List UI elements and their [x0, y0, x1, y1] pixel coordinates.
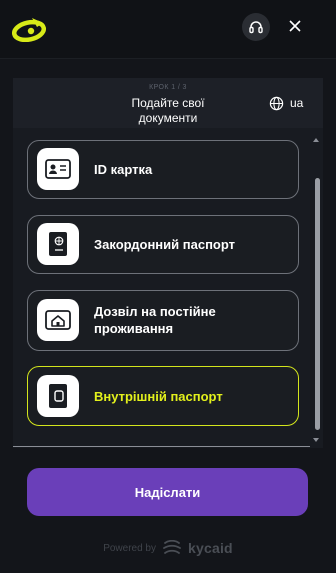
page-title: Подайте свої документи [131, 96, 205, 125]
scroll-down-arrow[interactable] [313, 438, 319, 442]
headset-icon [249, 21, 263, 34]
kycaid-logo-icon [163, 540, 181, 554]
option-label: Дозвіл на постійне проживання [94, 304, 216, 336]
icon-box [37, 299, 79, 341]
internal-passport-icon [49, 384, 67, 408]
close-icon [289, 20, 301, 32]
step-indicator: КРОК 1 / 3 [149, 84, 187, 91]
option-id-card[interactable]: ID картка [27, 140, 299, 199]
residence-permit-icon [45, 310, 71, 330]
bottom-divider [13, 446, 310, 447]
option-foreign-passport[interactable]: Закордонний паспорт [27, 215, 299, 274]
passport-icon [49, 232, 67, 256]
option-internal-passport[interactable]: Внутрішній паспорт [27, 366, 299, 426]
option-residence-permit[interactable]: Дозвіл на постійне проживання [27, 290, 299, 351]
top-divider [0, 58, 336, 59]
powered-by-text: Powered by [103, 542, 156, 554]
brand-name: kycaid [188, 540, 233, 556]
option-label: Внутрішній паспорт [94, 389, 223, 404]
id-card-icon [45, 159, 71, 179]
panel-header: КРОК 1 / 3 Подайте свої документи ua [13, 78, 323, 128]
icon-box [37, 375, 79, 417]
powered-by: Powered by kycaid [0, 538, 336, 558]
globe-icon [269, 96, 284, 110]
language-switcher[interactable]: ua [269, 95, 303, 111]
icon-box [37, 223, 79, 265]
icon-box [37, 148, 79, 190]
scroll-up-arrow[interactable] [313, 138, 319, 142]
option-label: ID картка [94, 162, 153, 177]
logo-icon [12, 18, 47, 42]
scrollbar-thumb[interactable] [315, 178, 320, 430]
option-label: Закордонний паспорт [94, 237, 236, 252]
close-button[interactable] [285, 16, 305, 36]
submit-button[interactable]: Надіслати [27, 468, 308, 516]
language-label: ua [290, 96, 304, 110]
support-button[interactable] [242, 13, 270, 41]
top-bar [0, 0, 336, 58]
